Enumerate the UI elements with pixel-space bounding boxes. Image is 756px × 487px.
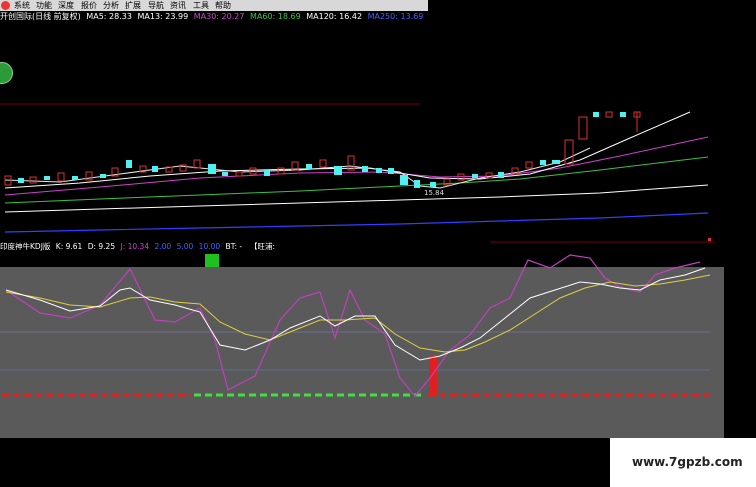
kdj-level-1: 2.00: [154, 242, 172, 251]
watermark-text: www.7gpzb.com: [632, 455, 743, 469]
kdj-k-value: K: 9.61: [55, 242, 83, 251]
kdj-d-value: D: 9.25: [87, 242, 116, 251]
kdj-legend: 印度神牛KDJ版 K: 9.61 D: 9.25 J: 10.34 2.00 5…: [0, 242, 480, 252]
ma250-line: [4, 212, 709, 233]
low-price-label: 15.84: [424, 189, 445, 197]
kdj-level-3: 10.00: [198, 242, 221, 251]
kdj-bt-value: BT: -: [225, 242, 243, 251]
kdj-j-value: J: 10.34: [120, 242, 150, 251]
ma30-line: [4, 136, 709, 196]
watermark: www.7gpzb.com: [610, 438, 756, 487]
price-marker: [708, 238, 711, 241]
kdj-side-label: 【旺浦:: [250, 242, 276, 251]
kdj-level-2: 5.00: [176, 242, 194, 251]
kdj-title: 印度神牛KDJ版: [0, 242, 51, 251]
